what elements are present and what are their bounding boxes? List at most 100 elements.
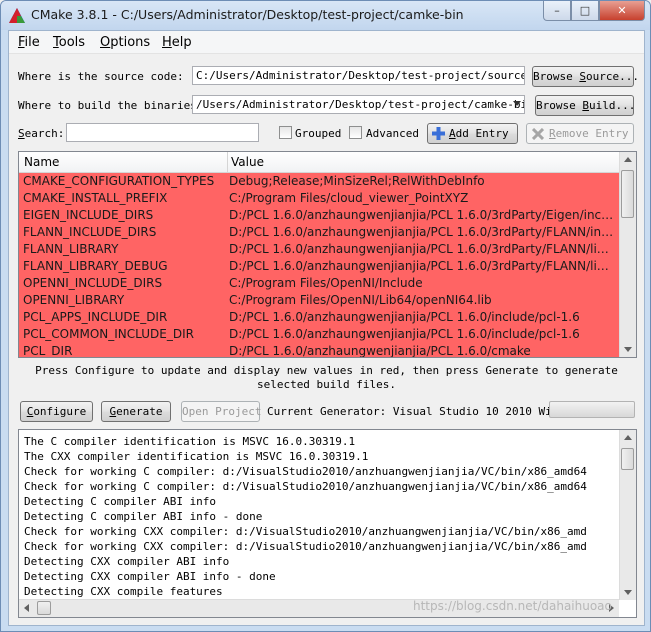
table-scrollbar[interactable]: [619, 152, 636, 357]
log-line: Check for working C compiler: d:/VisualS…: [24, 465, 587, 478]
search-label: Search:: [18, 127, 64, 140]
menu-bar: File Tools Options Help: [9, 31, 644, 54]
log-line: Detecting CXX compile features: [24, 585, 223, 598]
table-row[interactable]: CMAKE_CONFIGURATION_TYPES Debug;Release;M…: [19, 173, 619, 190]
remove-entry-button[interactable]: Remove Entry: [526, 123, 634, 144]
table-row[interactable]: PCL_APPS_INCLUDE_DIR D:/PCL 1.6.0/anzhaun…: [19, 309, 619, 326]
close-button[interactable]: ✕: [599, 1, 645, 21]
add-entry-label: dd Entry: [455, 127, 509, 140]
scroll-down-icon[interactable]: [624, 590, 632, 595]
row-name: PCL_APPS_INCLUDE_DIR: [23, 310, 168, 324]
search-label-text: earch:: [24, 127, 65, 140]
column-header-name[interactable]: Name: [24, 155, 59, 169]
window-title: CMake 3.8.1 - C:/Users/Administrator/Des…: [31, 7, 464, 22]
cmake-logo-icon: [9, 8, 25, 23]
maximize-icon: □: [579, 4, 591, 17]
column-divider[interactable]: [227, 152, 228, 172]
advanced-checkbox[interactable]: [349, 126, 362, 139]
cmake-window: CMake 3.8.1 - C:/Users/Administrator/Des…: [0, 0, 651, 632]
table-row[interactable]: FLANN_INCLUDE_DIRS D:/PCL 1.6.0/anzhaungw…: [19, 224, 619, 241]
generate-label: enerate: [116, 405, 163, 418]
open-project-button[interactable]: Open Project: [181, 401, 261, 422]
log-line: Detecting C compiler ABI info - done: [24, 510, 263, 523]
row-value[interactable]: D:/PCL 1.6.0/anzhaungwenjianjia/PCL 1.6.…: [229, 242, 615, 256]
browse-source-label-rest: ource...: [585, 70, 639, 83]
build-path-combo[interactable]: /Users/Administrator/Desktop/test-projec…: [192, 95, 525, 114]
row-value[interactable]: D:/PCL 1.6.0/anzhaungwenjianjia/PCL 1.6.…: [229, 310, 615, 324]
row-name: EIGEN_INCLUDE_DIRS: [23, 208, 154, 222]
title-bar[interactable]: CMake 3.8.1 - C:/Users/Administrator/Des…: [1, 1, 650, 30]
grouped-checkbox[interactable]: [279, 126, 292, 139]
table-row[interactable]: PCL_DIR D:/PCL 1.6.0/anzhaungwenjianjia/P…: [19, 343, 619, 357]
log-line: The C compiler identification is MSVC 16…: [24, 435, 356, 448]
log-line: Detecting C compiler ABI info: [24, 495, 217, 508]
menu-options-label: ptions: [110, 35, 151, 50]
menu-help[interactable]: Help: [162, 35, 192, 50]
table-row[interactable]: PCL_COMMON_INCLUDE_DIR D:/PCL 1.6.0/anzha…: [19, 326, 619, 343]
add-entry-button[interactable]: Add Entry: [427, 123, 518, 144]
menu-help-label: elp: [171, 35, 192, 50]
table-header: Name Value: [19, 152, 619, 173]
configure-label: onfigure: [33, 405, 87, 418]
maximize-button[interactable]: □: [571, 1, 599, 21]
row-value[interactable]: C:/Program Files/OpenNI/Include: [229, 276, 615, 290]
browse-build-label: Browse: [536, 99, 583, 112]
minimize-button[interactable]: –: [543, 1, 571, 21]
browse-build-accel: B: [582, 99, 589, 112]
output-lines: The C compiler identification is MSVC 16…: [24, 434, 616, 599]
menu-file[interactable]: File: [18, 35, 40, 50]
scroll-left-icon[interactable]: [24, 604, 29, 612]
log-line: The CXX compiler identification is MSVC …: [24, 450, 369, 463]
configure-hint: Press Configure to update and display ne…: [35, 364, 618, 391]
row-name: CMAKE_CONFIGURATION_TYPES: [23, 174, 215, 188]
progress-bar: [549, 401, 635, 418]
generate-button[interactable]: Generate: [101, 401, 171, 422]
output-scroll-thumb[interactable]: [621, 448, 634, 470]
menu-tools-label: ools: [58, 35, 86, 50]
output-hscroll-thumb[interactable]: [37, 601, 51, 615]
row-name: FLANN_INCLUDE_DIRS: [23, 225, 157, 239]
row-value[interactable]: C:/Program Files/OpenNI/Lib64/openNI64.l…: [229, 293, 615, 307]
table-row[interactable]: FLANN_LIBRARY D:/PCL 1.6.0/anzhaungwenjia…: [19, 241, 619, 258]
source-label: Where is the source code:: [18, 70, 184, 83]
scroll-up-icon[interactable]: [624, 435, 632, 440]
menu-file-label: ile: [24, 35, 40, 50]
table-scroll-thumb[interactable]: [621, 170, 634, 218]
row-value[interactable]: D:/PCL 1.6.0/anzhaungwenjianjia/PCL 1.6.…: [229, 327, 615, 341]
minimize-icon: –: [554, 4, 560, 17]
row-value[interactable]: C:/Program Files/cloud_viewer_PointXYZ: [229, 191, 615, 205]
client-area: File Tools Options Help Where is the sou…: [8, 30, 645, 626]
browse-source-button[interactable]: Browse Source...: [532, 66, 639, 87]
table-row[interactable]: CMAKE_INSTALL_PREFIX C:/Program Files/clo…: [19, 190, 619, 207]
build-path-value: /Users/Administrator/Desktop/test-projec…: [196, 98, 525, 111]
row-name: PCL_COMMON_INCLUDE_DIR: [23, 327, 194, 341]
row-value[interactable]: D:/PCL 1.6.0/anzhaungwenjianjia/PCL 1.6.…: [229, 225, 615, 239]
scroll-down-icon[interactable]: [624, 347, 632, 352]
table-row[interactable]: OPENNI_LIBRARY C:/Program Files/OpenNI/Li…: [19, 292, 619, 309]
source-path-input[interactable]: C:/Users/Administrator/Desktop/test-proj…: [192, 66, 525, 85]
menu-options[interactable]: Options: [100, 35, 150, 50]
build-label: Where to build the binaries:: [18, 99, 204, 112]
current-generator: Current Generator: Visual Studio 10 2010…: [267, 405, 572, 418]
cache-table: Name Value CMAKE_CONFIGURATION_TYPES Debu…: [18, 151, 637, 358]
table-row[interactable]: EIGEN_INCLUDE_DIRS D:/PCL 1.6.0/anzhaungw…: [19, 207, 619, 224]
configure-button[interactable]: Configure: [20, 401, 93, 422]
table-row[interactable]: OPENNI_INCLUDE_DIRS C:/Program Files/Open…: [19, 275, 619, 292]
row-value[interactable]: D:/PCL 1.6.0/anzhaungwenjianjia/PCL 1.6.…: [229, 344, 615, 357]
menu-tools[interactable]: Tools: [53, 35, 85, 50]
table-row[interactable]: FLANN_LIBRARY_DEBUG D:/PCL 1.6.0/anzhaung…: [19, 258, 619, 275]
search-input[interactable]: [66, 123, 259, 142]
row-value[interactable]: Debug;Release;MinSizeRel;RelWithDebInfo: [229, 174, 615, 188]
browse-build-button[interactable]: Browse Build...: [535, 95, 635, 116]
remove-entry-accel: R: [549, 127, 556, 140]
chevron-down-icon[interactable]: [513, 101, 521, 106]
column-header-value[interactable]: Value: [231, 155, 264, 169]
row-value[interactable]: D:/PCL 1.6.0/anzhaungwenjianjia/PCL 1.6.…: [229, 259, 615, 273]
scroll-up-icon[interactable]: [624, 157, 632, 162]
row-value[interactable]: D:/PCL 1.6.0/anzhaungwenjianjia/PCL 1.6.…: [229, 208, 615, 222]
output-vscrollbar[interactable]: [619, 430, 636, 600]
menu-help-accel: H: [162, 35, 172, 50]
close-icon: ✕: [617, 4, 627, 17]
watermark: https://blog.csdn.net/dahaihuoao: [413, 599, 612, 613]
row-name: OPENNI_LIBRARY: [23, 293, 125, 307]
